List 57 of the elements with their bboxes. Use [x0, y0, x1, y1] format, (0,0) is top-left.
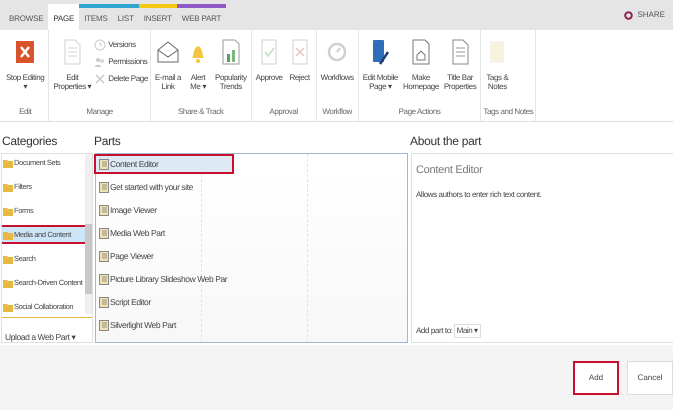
zone-dropdown[interactable]: Main ▾ — [454, 324, 481, 338]
share-icon — [624, 10, 634, 20]
part-item[interactable]: Picture Library Slideshow Web Par — [96, 271, 232, 287]
vertical-scrollbar[interactable] — [85, 154, 92, 314]
group-label: Share & Track — [176, 106, 225, 118]
ribbon-tab[interactable]: LIST — [112, 4, 139, 30]
section-title: About the part — [410, 133, 482, 150]
group-label: Approval — [268, 106, 299, 118]
ribbon-button[interactable]: Make Homepage — [400, 38, 441, 106]
web-part-icon — [99, 158, 109, 170]
web-part-icon — [99, 182, 109, 192]
web-part-icon — [99, 320, 109, 330]
section-title: Categories — [2, 133, 58, 150]
folder-icon — [3, 206, 13, 216]
share-link[interactable]: SHARE — [637, 9, 665, 21]
group-label: Manage — [85, 106, 114, 118]
folder-icon — [3, 302, 13, 312]
folder-icon — [3, 278, 13, 288]
group-label: Edit — [18, 106, 33, 118]
part-item[interactable]: Image Viewer — [96, 202, 232, 218]
ribbon-tab[interactable]: PAGE — [48, 4, 80, 30]
part-item[interactable]: Get started with your site — [96, 179, 232, 195]
ribbon-tab[interactable]: ITEMS — [79, 4, 113, 30]
group-label: Page Actions — [398, 106, 442, 118]
people-icon — [94, 56, 106, 68]
ribbon-button[interactable]: Popularity Trends — [213, 38, 249, 106]
web-part-icon — [99, 296, 109, 308]
part-item[interactable]: Silverlight Web Part — [96, 317, 232, 333]
ribbon-button[interactable]: Edit Mobile Page ▾ — [360, 38, 400, 106]
web-part-icon — [99, 250, 109, 262]
delete-icon — [94, 73, 106, 85]
part-item[interactable]: Media Web Part — [96, 225, 232, 241]
folder-icon — [3, 230, 13, 240]
ribbon-tab[interactable]: INSERT — [138, 4, 177, 30]
ribbon-button[interactable]: Title Bar Properties — [442, 38, 478, 106]
add-to-label: Add part to: — [416, 325, 453, 337]
group-label: Tags and Notes — [483, 106, 534, 118]
web-part-icon — [99, 228, 109, 238]
group-label: Workflow — [321, 106, 354, 118]
folder-icon — [3, 254, 13, 264]
folder-icon — [3, 182, 13, 192]
ribbon-button[interactable]: E-mail a Link — [152, 38, 184, 106]
part-description: Allows authors to enter rich text content. — [416, 188, 542, 200]
ribbon-button[interactable]: Stop Editing ▾ — [4, 38, 46, 106]
web-part-icon — [99, 204, 109, 216]
section-title: Parts — [94, 133, 122, 150]
part-name: Content Editor — [416, 163, 484, 178]
ribbon-tab[interactable]: WEB PART — [176, 4, 226, 30]
part-item[interactable]: Content Editor — [96, 156, 232, 172]
folder-icon — [3, 158, 13, 168]
web-part-icon — [99, 274, 109, 284]
part-item[interactable]: Script Editor — [96, 294, 232, 310]
upload-link[interactable]: Upload a Web Part ▾ — [5, 332, 76, 342]
part-item[interactable]: Page Viewer — [96, 248, 232, 264]
dialog-button[interactable]: Cancel — [627, 360, 673, 394]
ribbon-button[interactable]: Alert Me ▾ — [184, 38, 212, 106]
dialog-button[interactable]: Add — [573, 360, 619, 394]
